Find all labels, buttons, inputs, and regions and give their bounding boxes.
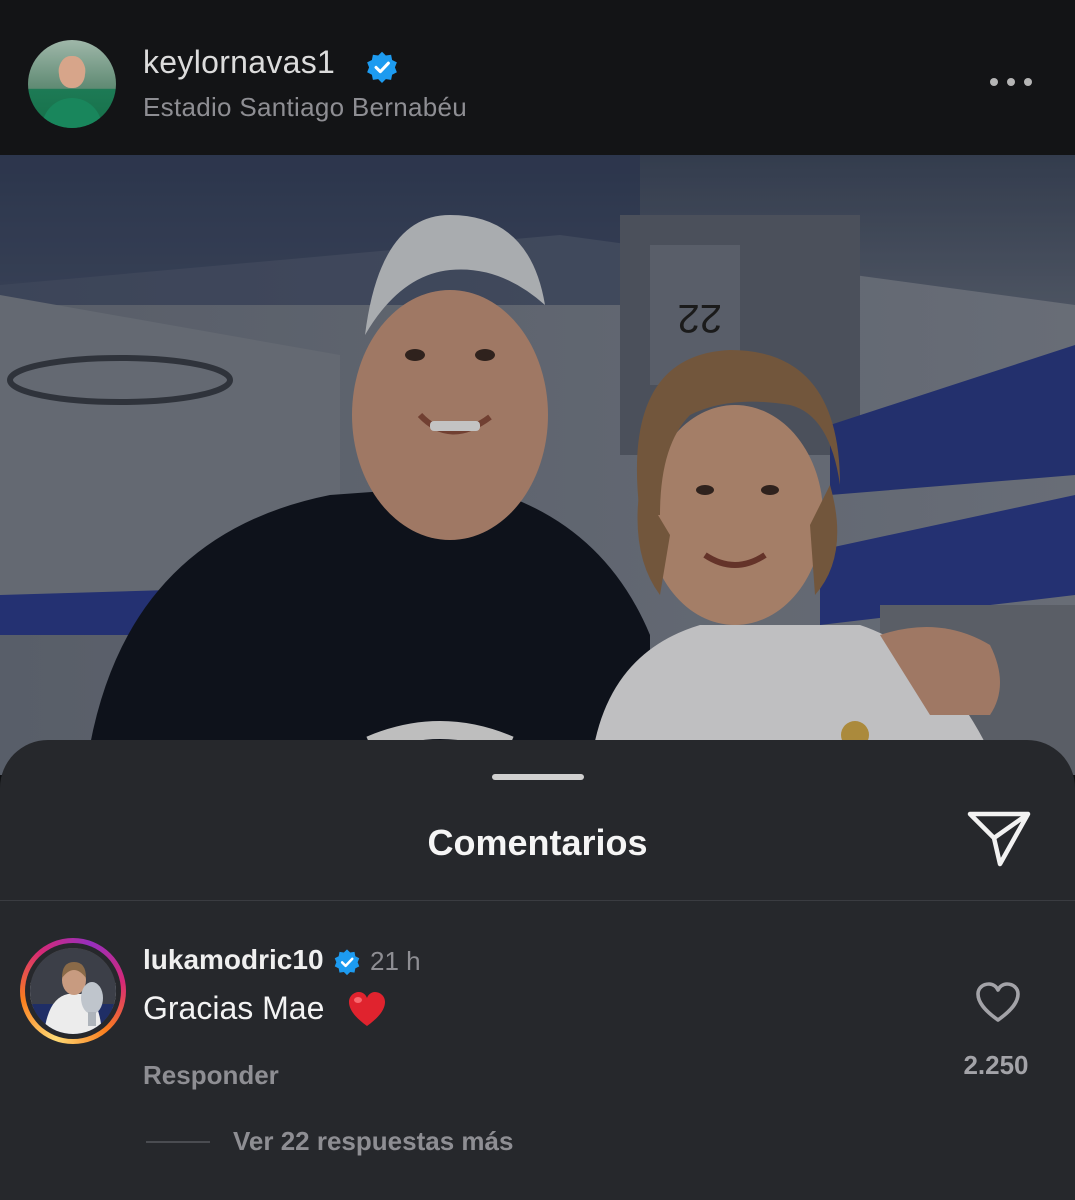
comments-title: Comentarios xyxy=(427,822,648,863)
verified-badge-icon xyxy=(367,51,397,83)
sheet-divider xyxy=(0,900,1075,901)
post-photo[interactable]: 22 xyxy=(0,155,1075,775)
replies-line xyxy=(146,1141,210,1143)
comment-text: Gracias Mae xyxy=(143,990,325,1026)
author-username[interactable]: keylornavas1 xyxy=(143,44,335,81)
like-count: 2.250 xyxy=(963,1050,1029,1080)
instagram-post-screen: keylornavas1 Estadio Santiago Bernabéu 2… xyxy=(0,0,1075,1200)
sheet-grabber[interactable] xyxy=(492,774,584,780)
heart-outline-icon[interactable] xyxy=(974,980,1022,1024)
send-icon[interactable] xyxy=(966,808,1032,868)
red-heart-emoji-icon xyxy=(349,992,385,1026)
view-replies-button[interactable]: Ver 22 respuestas más xyxy=(233,1126,513,1157)
verified-badge-icon xyxy=(334,949,360,976)
post-location[interactable]: Estadio Santiago Bernabéu xyxy=(143,92,467,123)
author-avatar[interactable] xyxy=(28,40,116,128)
commenter-username[interactable]: lukamodric10 xyxy=(143,944,324,976)
comment-timestamp: 21 h xyxy=(370,946,421,976)
reply-button[interactable]: Responder xyxy=(143,1060,279,1091)
post-header: keylornavas1 Estadio Santiago Bernabéu xyxy=(0,0,1075,155)
commenter-avatar[interactable] xyxy=(20,938,126,1044)
more-options-icon[interactable] xyxy=(990,72,1038,92)
